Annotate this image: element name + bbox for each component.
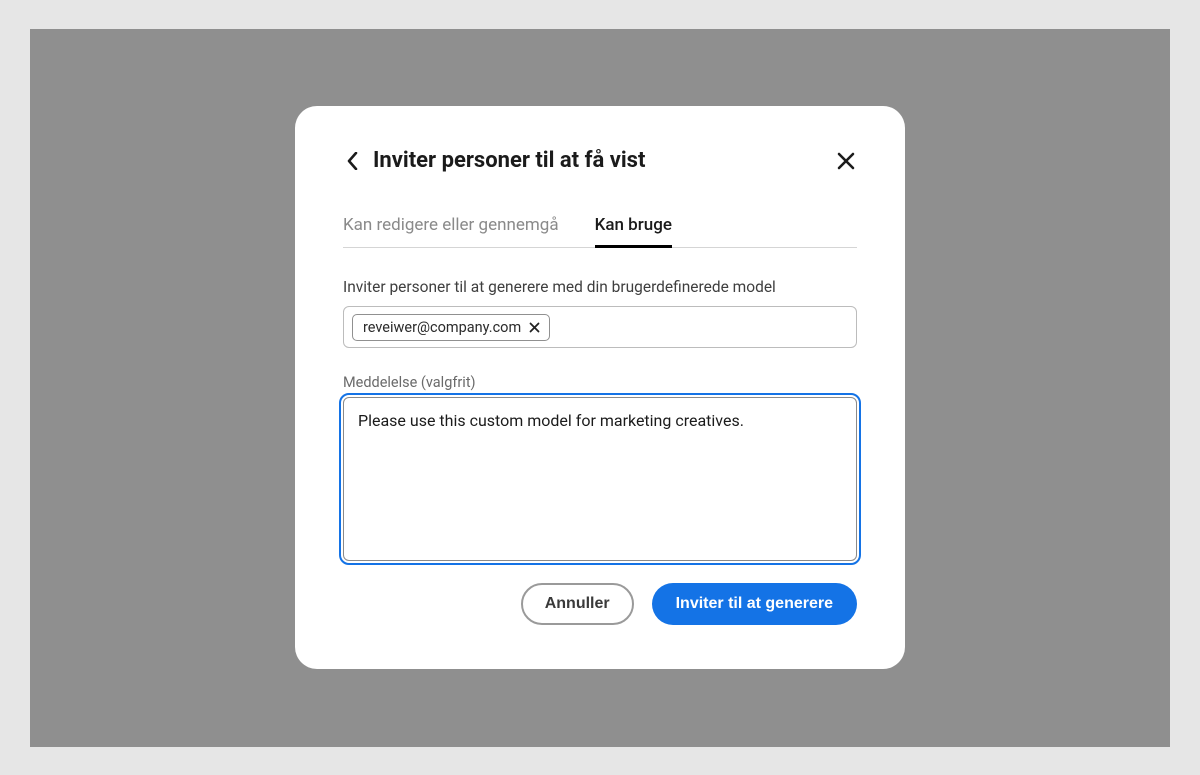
button-row: Annuller Inviter til at generere: [343, 583, 857, 625]
message-label: Meddelelse (valgfrit): [343, 374, 857, 391]
email-chip: reveiwer@company.com: [352, 314, 550, 341]
close-icon[interactable]: [835, 150, 857, 172]
chip-text: reveiwer@company.com: [363, 319, 521, 336]
tab-label: Kan bruge: [595, 215, 672, 235]
tab-label: Kan redigere eller gennemgå: [343, 215, 559, 235]
invite-button[interactable]: Inviter til at generere: [652, 583, 857, 625]
back-icon[interactable]: [343, 152, 361, 170]
message-textarea[interactable]: [343, 397, 857, 561]
tab-can-use[interactable]: Kan bruge: [595, 215, 672, 247]
invite-modal: Inviter personer til at få vist Kan redi…: [295, 106, 905, 669]
title-wrap: Inviter personer til at få vist: [343, 148, 645, 173]
modal-header: Inviter personer til at få vist: [343, 148, 857, 173]
tab-can-edit[interactable]: Kan redigere eller gennemgå: [343, 215, 559, 247]
email-input[interactable]: reveiwer@company.com: [343, 306, 857, 348]
modal-backdrop: Inviter personer til at få vist Kan redi…: [30, 29, 1170, 747]
invite-label: Inviter personer til at generere med din…: [343, 278, 857, 296]
chip-remove-icon[interactable]: [527, 320, 541, 334]
tabs: Kan redigere eller gennemgå Kan bruge: [343, 215, 857, 248]
modal-title: Inviter personer til at få vist: [373, 148, 645, 173]
cancel-button[interactable]: Annuller: [521, 583, 634, 625]
